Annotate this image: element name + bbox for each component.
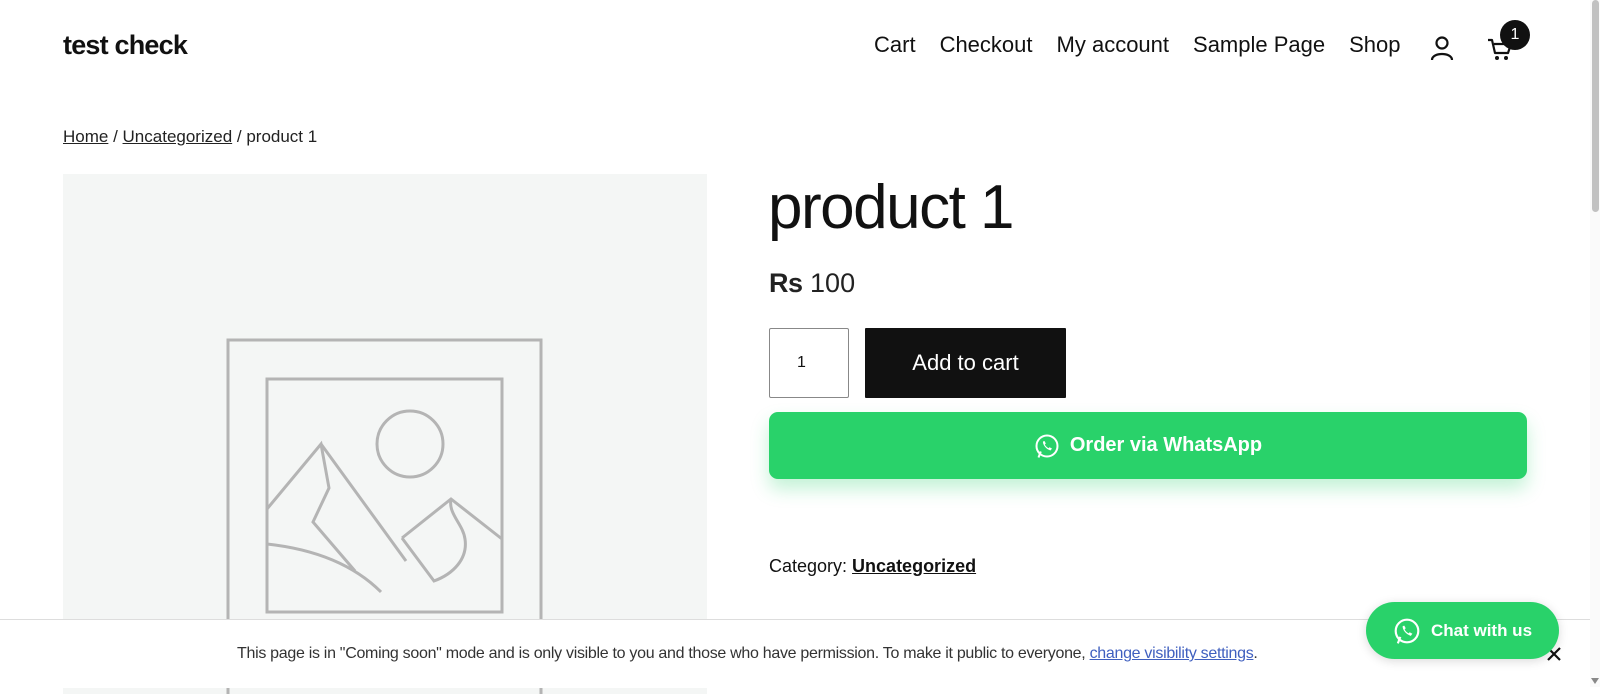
notice-message: This page is in "Coming soon" mode and i…	[237, 645, 1090, 662]
cart-count-badge: 1	[1500, 20, 1530, 50]
nav-item-shop[interactable]: Shop	[1349, 32, 1400, 58]
coming-soon-notice: This page is in "Coming soon" mode and i…	[0, 619, 1590, 688]
whatsapp-icon	[1035, 434, 1059, 458]
breadcrumb-separator: /	[232, 127, 247, 146]
product-title: product 1	[768, 173, 1015, 242]
image-placeholder-icon	[226, 338, 543, 694]
site-title[interactable]: test check	[63, 30, 188, 61]
whatsapp-icon	[1394, 618, 1420, 644]
price-currency: Rs	[769, 268, 803, 298]
breadcrumb-home-link[interactable]: Home	[63, 127, 108, 146]
chat-with-us-label: Chat with us	[1430, 620, 1533, 640]
nav-item-checkout[interactable]: Checkout	[940, 32, 1033, 58]
main-nav: Cart Checkout My account Sample Page Sho…	[874, 32, 1401, 58]
scroll-down-arrow-icon[interactable]	[1591, 678, 1599, 684]
breadcrumb-separator: /	[108, 127, 123, 146]
nav-item-my-account[interactable]: My account	[1057, 32, 1170, 58]
chat-with-us-button[interactable]: Chat with us	[1366, 602, 1559, 659]
change-visibility-settings-link[interactable]: change visibility settings	[1090, 645, 1254, 662]
price-amount: 100	[810, 268, 856, 298]
nav-item-sample-page[interactable]: Sample Page	[1193, 32, 1325, 58]
quantity-input[interactable]	[769, 328, 849, 398]
product-price: Rs 100	[769, 268, 855, 299]
product-category: Category: Uncategorized	[769, 556, 976, 577]
product-image-placeholder[interactable]	[63, 174, 707, 694]
add-to-cart-button[interactable]: Add to cart	[865, 328, 1066, 398]
category-link[interactable]: Uncategorized	[852, 556, 976, 576]
order-via-whatsapp-button[interactable]: Order via WhatsApp	[769, 412, 1527, 479]
breadcrumb-current: product 1	[246, 127, 318, 146]
nav-item-cart[interactable]: Cart	[874, 32, 916, 58]
category-label: Category:	[769, 556, 853, 576]
account-icon[interactable]	[1430, 35, 1454, 61]
notice-period: .	[1253, 645, 1258, 662]
order-via-whatsapp-label: Order via WhatsApp	[1069, 434, 1263, 456]
breadcrumb-category-link[interactable]: Uncategorized	[123, 127, 233, 146]
notice-text: This page is in "Coming soon" mode and i…	[237, 645, 1258, 663]
breadcrumb: Home / Uncategorized / product 1	[63, 127, 317, 147]
scrollbar-thumb[interactable]	[1592, 0, 1599, 212]
